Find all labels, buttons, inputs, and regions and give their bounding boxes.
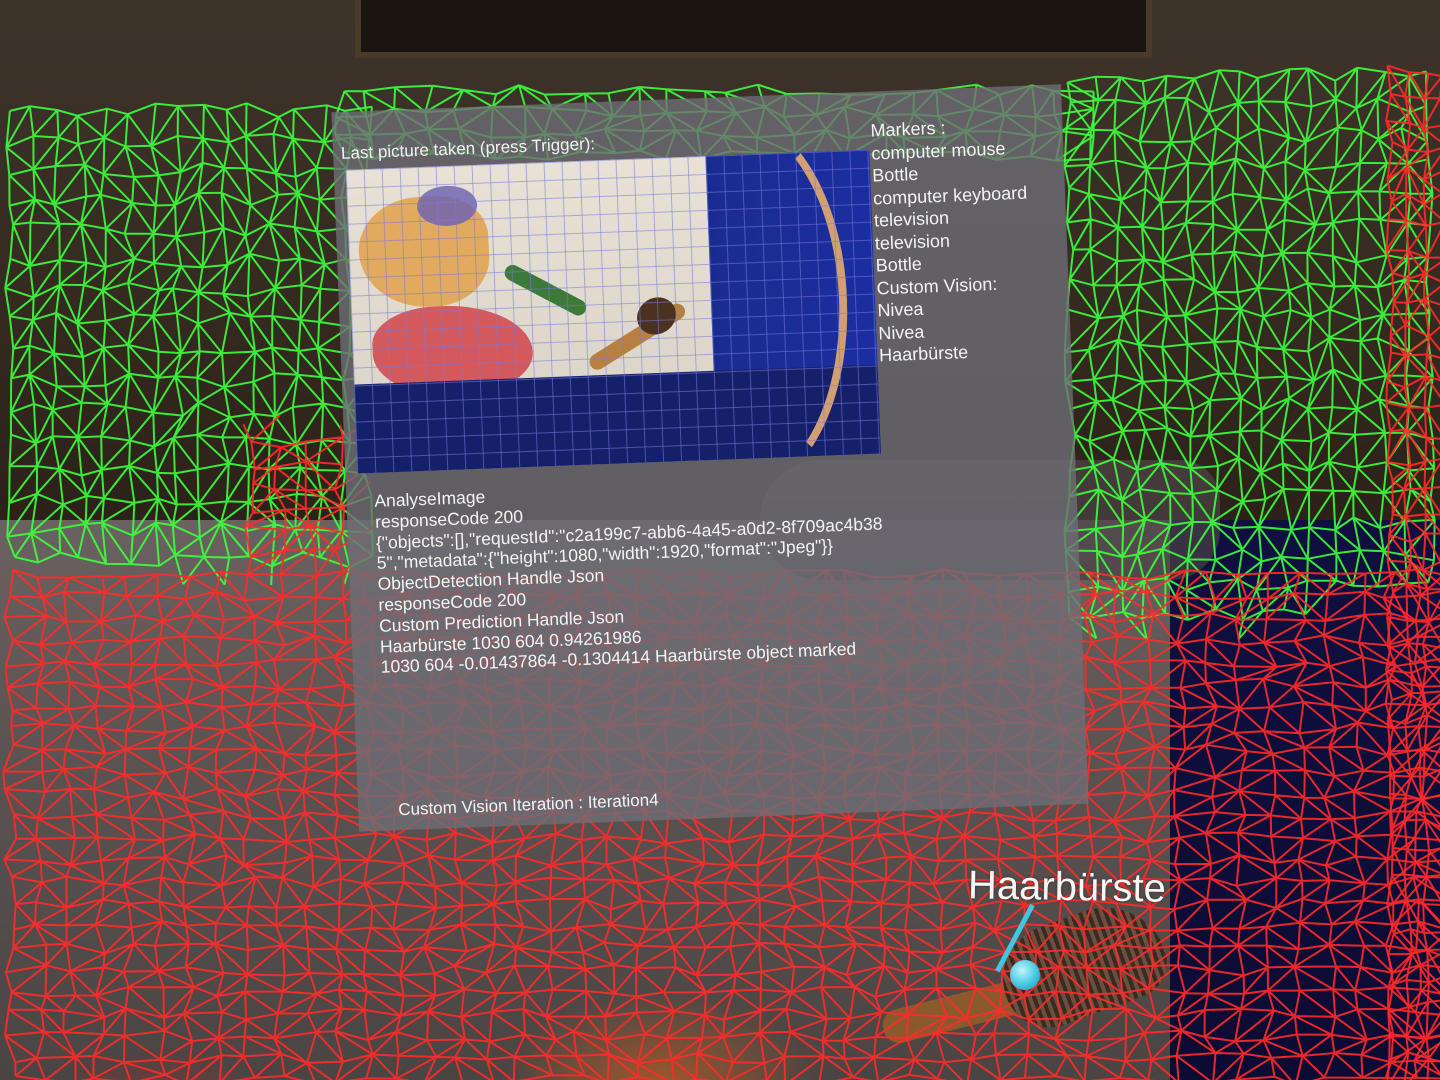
green-mesh-right xyxy=(1063,66,1436,641)
green-mesh-left-lines xyxy=(4,102,376,586)
last-picture-preview xyxy=(345,149,881,474)
preview-grid-overlay xyxy=(345,149,881,474)
green-mesh-right-lines xyxy=(1063,66,1436,641)
debug-log: AnalyseImage responseCode 200 {"objects"… xyxy=(374,471,893,678)
ar-object-label: Haarbürste xyxy=(967,863,1167,911)
iteration-label: Custom Vision Iteration : Iteration4 xyxy=(397,790,659,820)
green-mesh-left xyxy=(4,102,376,586)
markers-list: Markers : computer mouse Bottle computer… xyxy=(870,112,1069,367)
info-panel: Last picture taken (press Trigger): Mark… xyxy=(331,84,1089,832)
ar-anchor-dot[interactable] xyxy=(1010,960,1040,990)
panel-caption: Last picture taken (press Trigger): xyxy=(340,134,596,163)
